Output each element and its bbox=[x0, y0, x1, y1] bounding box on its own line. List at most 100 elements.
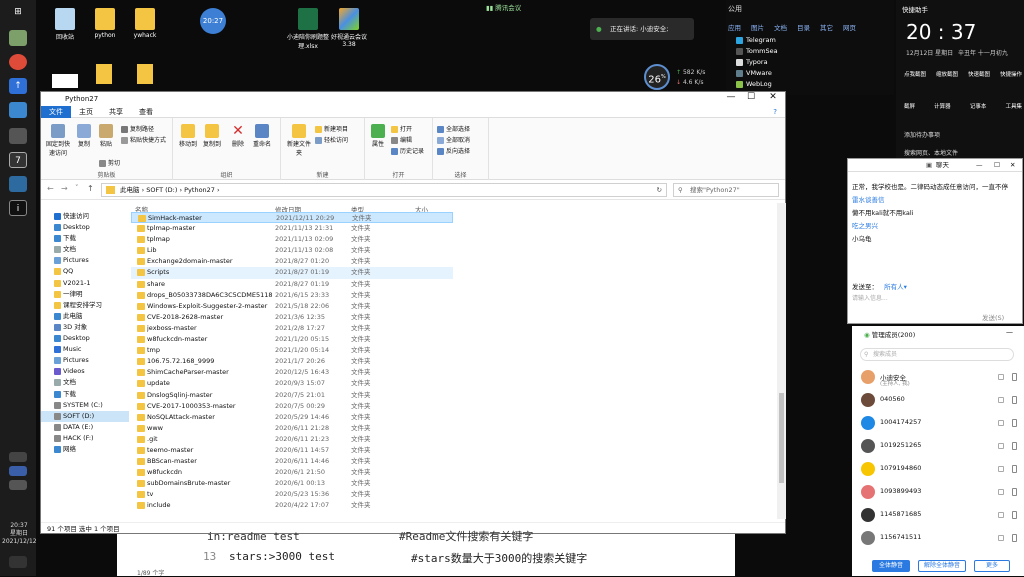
select-all-button[interactable]: 全部选择 bbox=[437, 124, 470, 133]
file-row[interactable]: ShimCacheParser-master 2020/12/5 16:43 文件夹 bbox=[131, 367, 777, 378]
nav-item[interactable]: Desktop bbox=[41, 222, 129, 233]
nav-item[interactable]: 3D 对象 bbox=[41, 322, 129, 333]
editor-code[interactable]: stars:>3000 test bbox=[229, 550, 335, 563]
action-calculator[interactable]: 计算器 bbox=[934, 102, 951, 110]
chat-input[interactable]: 请输入信息... bbox=[852, 293, 888, 302]
launcher-item[interactable]: Telegram bbox=[736, 36, 776, 44]
more-button[interactable]: 更多 bbox=[974, 560, 1010, 572]
desktop-icon-excel[interactable]: 小迪陪你刷题整理.xlsx bbox=[284, 8, 332, 50]
desktop-file-icon[interactable] bbox=[52, 74, 78, 88]
microphone-icon[interactable] bbox=[1012, 373, 1017, 381]
close-button[interactable]: ✕ bbox=[1010, 159, 1015, 172]
member-search-input[interactable]: ⚲ 搜索成员 bbox=[860, 348, 1014, 361]
delete-button[interactable]: ✕ 删除 bbox=[227, 124, 249, 148]
file-row[interactable]: tplmap 2021/11/13 02:09 文件夹 bbox=[131, 234, 777, 245]
microphone-icon[interactable] bbox=[1012, 488, 1017, 496]
new-item-button[interactable]: 新建项目 bbox=[315, 124, 348, 133]
member-row[interactable]: 1145871685 bbox=[852, 504, 1024, 527]
move-to-button[interactable]: 移动到 bbox=[177, 124, 199, 148]
action-notepad[interactable]: 记事本 bbox=[970, 102, 987, 110]
refresh-icon[interactable]: ↻ bbox=[657, 184, 662, 196]
pinned-app-icon[interactable] bbox=[9, 128, 27, 144]
action-ops[interactable]: 快捷操作 bbox=[1000, 70, 1022, 78]
taskbar-clock[interactable]: 20:37 星期日 2021/12/12 bbox=[2, 522, 37, 546]
nav-item[interactable]: Pictures bbox=[41, 255, 129, 266]
show-desktop-icon[interactable] bbox=[9, 556, 27, 568]
tab-share[interactable]: 共享 bbox=[101, 107, 131, 117]
camera-icon[interactable] bbox=[998, 512, 1004, 518]
camera-icon[interactable] bbox=[998, 374, 1004, 380]
file-row[interactable]: teemo-master 2020/6/11 14:57 文件夹 bbox=[131, 445, 777, 456]
tray-icons[interactable] bbox=[9, 452, 27, 462]
nav-item[interactable]: 网络 bbox=[41, 444, 129, 455]
forward-arrow-icon[interactable]: → bbox=[61, 184, 68, 193]
maximize-button[interactable]: ☐ bbox=[741, 92, 761, 102]
tab-home[interactable]: 主页 bbox=[71, 107, 101, 117]
cut-button[interactable]: 复制路径 bbox=[121, 124, 154, 133]
nav-item[interactable]: SYSTEM (C:) bbox=[41, 400, 129, 411]
launcher-item[interactable]: WebLog bbox=[736, 80, 772, 88]
microphone-icon[interactable] bbox=[1012, 396, 1017, 404]
nav-item[interactable]: SOFT (D:) bbox=[41, 410, 129, 422]
pinned-app-icon[interactable] bbox=[9, 102, 27, 118]
file-row[interactable]: subDomainsBrute-master 2020/6/1 00:13 文件夹 bbox=[131, 478, 777, 489]
nav-item[interactable]: 下载 bbox=[41, 233, 129, 244]
file-row[interactable]: share 2021/8/27 01:19 文件夹 bbox=[131, 279, 777, 290]
close-button[interactable]: ✕ bbox=[763, 92, 783, 102]
file-row[interactable]: drops_B05033738DA6C3C5CDME5118... 2021/6/… bbox=[131, 290, 777, 301]
microphone-icon[interactable] bbox=[1012, 511, 1017, 519]
file-row[interactable]: Exchange2domain-master 2021/8/27 01:20 文件夹 bbox=[131, 256, 777, 267]
add-todo-link[interactable]: 添加待办事项 bbox=[904, 130, 940, 139]
pinned-app-icon[interactable]: i bbox=[9, 200, 27, 216]
member-row[interactable]: 1156741511 bbox=[852, 527, 1024, 550]
tray-icons[interactable] bbox=[9, 480, 27, 490]
send-to-select[interactable]: 所有人 bbox=[884, 283, 904, 291]
scrollbar-thumb[interactable] bbox=[779, 393, 784, 483]
file-row[interactable]: SimHack-master 2021/12/11 20:29 文件夹 bbox=[131, 212, 453, 224]
mute-all-button[interactable]: 全体静音 bbox=[872, 560, 910, 572]
microphone-icon[interactable] bbox=[1012, 442, 1017, 450]
nav-item[interactable]: 课程安排学习 bbox=[41, 300, 129, 311]
new-folder-button[interactable]: 新建文件夹 bbox=[285, 124, 313, 157]
folder-icon[interactable] bbox=[137, 64, 153, 84]
file-row[interactable]: .git 2020/6/11 21:23 文件夹 bbox=[131, 434, 777, 445]
copy-button[interactable]: 复制 bbox=[73, 124, 95, 148]
camera-icon[interactable] bbox=[998, 489, 1004, 495]
member-row[interactable]: 1019251265 bbox=[852, 435, 1024, 458]
pinned-app-icon[interactable] bbox=[9, 176, 27, 192]
clock-widget-icon[interactable]: 20:27 bbox=[200, 8, 226, 34]
file-row[interactable]: w8fuckcdn-master 2021/1/20 05:15 文件夹 bbox=[131, 334, 777, 345]
nav-item[interactable]: Music bbox=[41, 344, 129, 355]
easy-access-button[interactable]: 轻松访问 bbox=[315, 135, 348, 144]
desktop-icon-meeting[interactable]: 好视通云会议 3.38 bbox=[326, 8, 372, 48]
folder-icon[interactable] bbox=[96, 64, 112, 84]
search-web-link[interactable]: 搜索网页、本地文件 bbox=[904, 148, 958, 157]
desktop-icon-recycle-bin[interactable]: 回收站 bbox=[43, 8, 87, 41]
file-row[interactable]: www 2020/6/11 21:28 文件夹 bbox=[131, 423, 777, 434]
desktop-icon-ywhack[interactable]: ywhack bbox=[123, 8, 167, 39]
pin-quick-access-button[interactable]: 固定到快速访问 bbox=[45, 124, 71, 157]
file-row[interactable]: Lib 2021/11/13 02:08 文件夹 bbox=[131, 245, 777, 256]
tab-other[interactable]: 其它 bbox=[820, 24, 833, 32]
chrome-icon[interactable] bbox=[9, 54, 27, 70]
nav-item[interactable]: DATA (E:) bbox=[41, 422, 129, 433]
tab-apps[interactable]: 应用 bbox=[728, 24, 741, 32]
unmute-all-button[interactable]: 解除全体静音 bbox=[918, 560, 966, 572]
action-capture[interactable]: 截屏 bbox=[904, 102, 915, 110]
maximize-button[interactable]: ☐ bbox=[994, 159, 1000, 172]
windows-start-icon[interactable]: ⊞ bbox=[9, 4, 27, 20]
pinned-app-icon[interactable] bbox=[9, 30, 27, 46]
address-input[interactable]: 此电脑 › SOFT (D:) › Python27 › ↻ bbox=[101, 183, 667, 197]
explorer-titlebar[interactable]: Python27 — ☐ ✕ bbox=[41, 92, 785, 106]
cut-small-button[interactable]: 剪切 bbox=[99, 158, 120, 167]
camera-icon[interactable] bbox=[998, 397, 1004, 403]
tab-view[interactable]: 查看 bbox=[131, 107, 161, 117]
desktop-icon-python[interactable]: python bbox=[83, 8, 127, 39]
file-row[interactable]: DnslogSqlinj-master 2020/7/5 21:01 文件夹 bbox=[131, 390, 777, 401]
launcher-item[interactable]: VMware bbox=[736, 69, 772, 77]
search-input[interactable]: ⚲ 搜索"Python27" bbox=[673, 183, 779, 197]
file-row[interactable]: jexboss-master 2021/2/8 17:27 文件夹 bbox=[131, 323, 777, 334]
member-row[interactable]: 小迪安全 (主持人, 我) bbox=[852, 366, 1024, 389]
camera-icon[interactable] bbox=[998, 443, 1004, 449]
camera-icon[interactable] bbox=[998, 466, 1004, 472]
